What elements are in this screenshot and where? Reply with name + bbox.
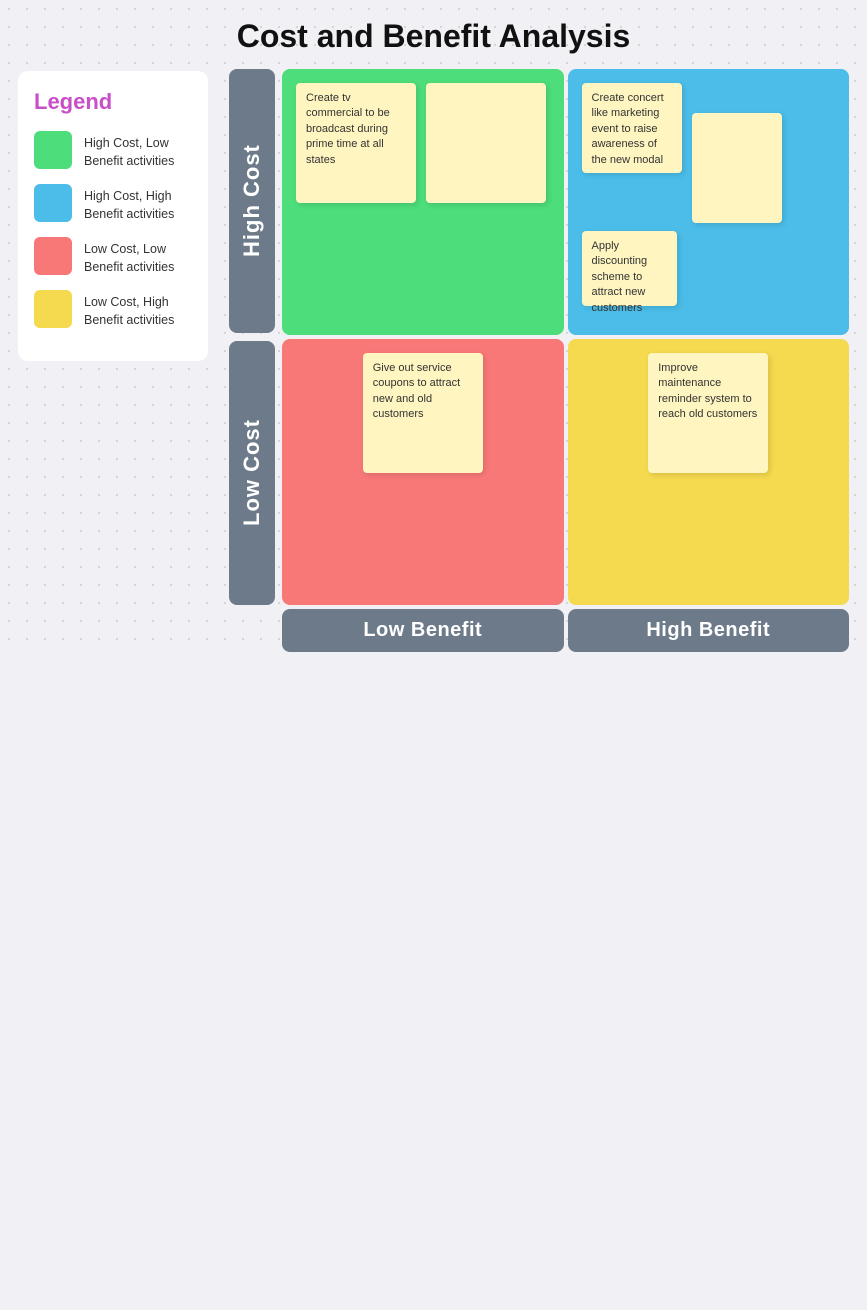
main-layout: Legend High Cost, Low Benefit activities… [0,69,867,652]
quadrant-bottom-left: Give out service coupons to attract new … [282,339,564,605]
legend-label-0: High Cost, Low Benefit activities [84,131,192,170]
x-label-high-benefit: High Benefit [568,609,850,652]
legend-item-1: High Cost, High Benefit activities [34,184,192,223]
quadrant-top-right: Create concert like marketing event to r… [568,69,850,335]
quadrant-grid: Create tv commercial to be broadcast dur… [282,69,849,605]
y-label-low-cost: Low Cost [229,341,275,605]
matrix-area: High Cost Low Cost Create tv commercial … [226,69,849,652]
legend-color-blue [34,184,72,222]
sticky-tr-1[interactable]: Create concert like marketing event to r… [582,83,682,173]
legend-color-red [34,237,72,275]
legend-label-1: High Cost, High Benefit activities [84,184,192,223]
legend-label-2: Low Cost, Low Benefit activities [84,237,192,276]
y-label-low: Low Cost [226,341,278,605]
bottom-row: Give out service coupons to attract new … [282,339,849,605]
matrix-rows: High Cost Low Cost Create tv commercial … [226,69,849,605]
y-axis: High Cost Low Cost [226,69,278,605]
sticky-tr-3[interactable] [692,113,782,223]
y-label-high-cost: High Cost [229,69,275,333]
legend-title: Legend [34,89,192,115]
legend-color-green [34,131,72,169]
quadrant-bottom-right: Improve maintenance reminder system to r… [568,339,850,605]
legend-item-2: Low Cost, Low Benefit activities [34,237,192,276]
legend-item-3: Low Cost, High Benefit activities [34,290,192,329]
legend-color-yellow [34,290,72,328]
sticky-br-1[interactable]: Improve maintenance reminder system to r… [648,353,768,473]
x-label-low-benefit: Low Benefit [282,609,564,652]
sticky-tl-1[interactable]: Create tv commercial to be broadcast dur… [296,83,416,203]
y-label-high: High Cost [226,69,278,333]
legend-item-0: High Cost, Low Benefit activities [34,131,192,170]
top-row: Create tv commercial to be broadcast dur… [282,69,849,335]
sticky-tr-2[interactable]: Apply discounting scheme to attract new … [582,231,677,306]
quadrant-top-left: Create tv commercial to be broadcast dur… [282,69,564,335]
legend-label-3: Low Cost, High Benefit activities [84,290,192,329]
legend-panel: Legend High Cost, Low Benefit activities… [18,71,208,361]
page-title: Cost and Benefit Analysis [0,0,867,69]
x-axis: Low Benefit High Benefit [282,609,849,652]
sticky-bl-1[interactable]: Give out service coupons to attract new … [363,353,483,473]
sticky-tl-2[interactable] [426,83,546,203]
